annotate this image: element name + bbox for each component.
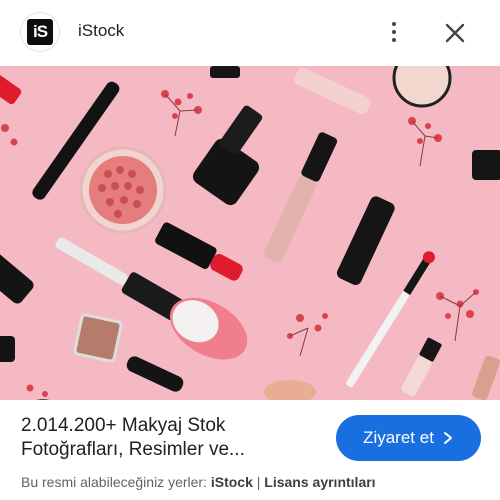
source-line: Bu resmi alabileceğiniz yerler: iStock |… — [21, 474, 376, 490]
visit-button[interactable]: Ziyaret et — [336, 415, 481, 461]
close-icon — [445, 23, 465, 43]
result-title-line-2: Fotoğrafları, Resimler ve... — [21, 439, 245, 460]
source-separator: | — [252, 474, 265, 490]
close-button[interactable] — [441, 19, 469, 47]
more-options-button[interactable] — [382, 18, 406, 46]
license-details-link[interactable]: Lisans ayrıntıları — [264, 474, 375, 490]
makeup-photo — [0, 66, 500, 400]
visit-button-label: Ziyaret et — [363, 428, 434, 447]
result-title-line-1: 2.014.200+ Makyaj Stok — [21, 415, 226, 436]
istock-logo-icon: iS — [27, 19, 53, 45]
result-image[interactable] — [0, 66, 500, 400]
source-prefix: Bu resmi alabileceğiniz yerler: — [21, 474, 211, 490]
chevron-right-icon — [443, 432, 452, 444]
site-logo: iS — [21, 13, 59, 51]
source-name-link[interactable]: iStock — [211, 474, 253, 490]
viewer-header: iS iStock — [0, 0, 500, 66]
result-title[interactable]: 2.014.200+ Makyaj Stok Fotoğrafları, Res… — [21, 414, 321, 462]
site-name: iStock — [78, 21, 125, 40]
more-vert-icon — [392, 22, 396, 26]
